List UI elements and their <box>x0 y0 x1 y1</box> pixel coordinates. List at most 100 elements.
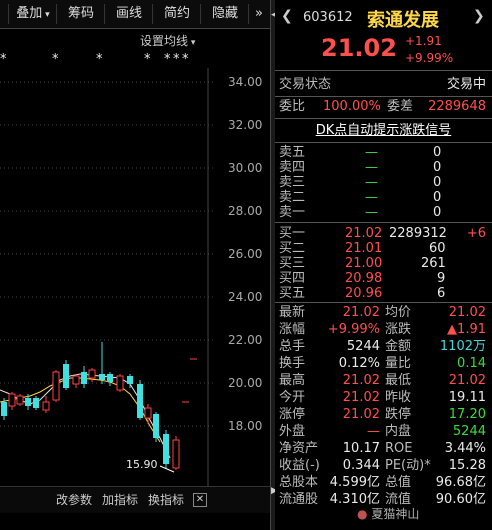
buy-row-5: 买五 20.96 6 <box>279 286 446 301</box>
status-value: 交易中 <box>446 77 486 92</box>
price-change: +1.91 <box>405 34 442 48</box>
overlay-button[interactable]: 叠加 ▾ <box>10 4 57 24</box>
stat-label: 收益(-) <box>279 458 320 473</box>
stat-value: 5244 <box>452 424 486 439</box>
toolbar-left-edge <box>0 4 9 24</box>
stock-name: 索通发展 <box>367 10 439 31</box>
stat-row: 涨幅 +9.99% 涨跌 ▲1.91 <box>275 321 492 338</box>
stat-value: 1102万 <box>439 339 486 354</box>
stat-row: 收益(-) 0.344 PE(动)* 15.28 <box>275 457 492 474</box>
price-tick: 26.00 <box>228 247 263 261</box>
price-tick: 20.00 <box>228 376 263 390</box>
weibo-logo-icon: ● <box>357 507 368 521</box>
draw-line-button[interactable]: 画线 <box>106 4 153 24</box>
stat-row: 净资产 10.17 ROE 3.44% <box>275 440 492 457</box>
stat-value: 96.68亿 <box>435 475 486 490</box>
wb-row: 委比 100.00% 委差 2289648 <box>275 98 492 115</box>
divider <box>275 118 492 119</box>
divider <box>275 142 492 143</box>
stat-label: 跌停 <box>385 407 412 422</box>
divider <box>275 222 492 223</box>
stat-label: 涨跌 <box>385 322 412 337</box>
stat-label: 量比 <box>385 356 412 371</box>
price-tick: 18.00 <box>228 419 263 433</box>
stat-label: 昨收 <box>385 390 412 405</box>
stat-value: 0.14 <box>457 356 486 371</box>
stat-label: 换手 <box>279 356 306 371</box>
stat-label: 外盘 <box>279 424 306 439</box>
stat-label: 均价 <box>385 305 412 320</box>
stat-value: — <box>367 424 380 439</box>
stat-label: 净资产 <box>279 441 319 456</box>
more-toolbar-icon[interactable]: » <box>250 4 268 24</box>
stat-row: 换手 0.12% 量比 0.14 <box>275 355 492 372</box>
stat-label: 内盘 <box>385 424 412 439</box>
stat-value: 21.02 <box>448 373 486 388</box>
quote-panel: ❮ 603612 索通发展 ❯ 21.02 +1.91 +9.99% 交易状态 … <box>275 0 492 530</box>
stat-value: +9.99% <box>327 322 380 337</box>
divider <box>275 96 492 97</box>
stat-row: 最高 21.02 最低 21.02 <box>275 372 492 389</box>
low-price-label: 15.90 <box>126 458 158 471</box>
stat-label: 涨停 <box>279 407 306 422</box>
add-indicator-button[interactable]: 加指标 <box>102 492 138 508</box>
stat-value: 21.02 <box>342 390 380 405</box>
simple-button[interactable]: 简约 <box>154 4 201 24</box>
watermark: ● 夏猫神山 <box>357 507 420 521</box>
kline-chart[interactable]: 设置均线 ▾ * * * * * * * 34.00 32.00 30.00 2… <box>0 28 270 514</box>
stat-label: 今开 <box>279 390 306 405</box>
prev-stock-icon[interactable]: ❮ <box>281 8 293 24</box>
stat-row: 总股本 4.599亿 总值 96.68亿 <box>275 474 492 491</box>
stat-label: ROE <box>385 441 413 456</box>
stat-label: 总手 <box>279 339 306 354</box>
stat-value: 21.02 <box>448 305 486 320</box>
price-tick: 30.00 <box>228 161 263 175</box>
price-tick: 32.00 <box>228 118 263 132</box>
stat-value: 21.02 <box>342 373 380 388</box>
wb-value: 100.00% <box>323 99 381 114</box>
stat-label: 最低 <box>385 373 412 388</box>
stat-value: 90.60亿 <box>435 492 486 507</box>
stat-label: 最高 <box>279 373 306 388</box>
edit-param-button[interactable]: 改参数 <box>56 492 92 508</box>
stat-value: 0.344 <box>342 458 380 473</box>
stat-value: 0.12% <box>338 356 380 371</box>
stat-value: 21.02 <box>342 305 380 320</box>
divider <box>275 70 492 71</box>
stat-value: 19.11 <box>448 390 486 405</box>
stat-row: 今开 21.02 昨收 19.11 <box>275 389 492 406</box>
price-tick: 24.00 <box>228 290 263 304</box>
stat-label: 总值 <box>385 475 412 490</box>
hide-button[interactable]: 隐藏 <box>202 4 249 24</box>
close-icon[interactable]: ✕ <box>193 493 207 507</box>
stat-row: 最新 21.02 均价 21.02 <box>275 304 492 321</box>
stat-label: 流通股 <box>279 492 319 507</box>
stat-value: ▲1.91 <box>447 322 486 337</box>
trade-status-row: 交易状态 交易中 <box>275 76 492 93</box>
chip-button[interactable]: 筹码 <box>58 4 105 24</box>
stat-label: 涨幅 <box>279 322 306 337</box>
wb-label: 委比 <box>279 99 306 114</box>
last-price: 21.02 <box>321 34 397 62</box>
stat-value: 3.44% <box>444 441 486 456</box>
stock-code: 603612 <box>303 10 353 25</box>
next-stock-icon[interactable]: ❯ <box>473 8 485 24</box>
stat-label: PE(动)* <box>385 458 431 473</box>
wc-value: 2289648 <box>428 99 486 114</box>
price-tick: 22.00 <box>228 333 263 347</box>
kline-svg <box>0 68 215 488</box>
divider <box>275 302 492 303</box>
stat-label: 总股本 <box>279 475 319 490</box>
wc-label: 委差 <box>387 99 414 114</box>
stat-row: 总手 5244 金额 1102万 <box>275 338 492 355</box>
stat-row: 外盘 — 内盘 5244 <box>275 423 492 440</box>
chart-toolbar: 叠加 ▾ 筹码 画线 简约 隐藏 » <box>0 0 270 29</box>
stat-value: 17.20 <box>448 407 486 422</box>
status-label: 交易状态 <box>279 77 332 92</box>
switch-indicator-button[interactable]: 换指标 <box>148 492 184 508</box>
stat-value: 10.17 <box>342 441 380 456</box>
price-tick: 34.00 <box>228 75 263 89</box>
stat-value: 21.02 <box>342 407 380 422</box>
price-tick: 28.00 <box>228 204 263 218</box>
dk-signal-link[interactable]: DK点自动提示涨跌信号 <box>275 122 492 139</box>
